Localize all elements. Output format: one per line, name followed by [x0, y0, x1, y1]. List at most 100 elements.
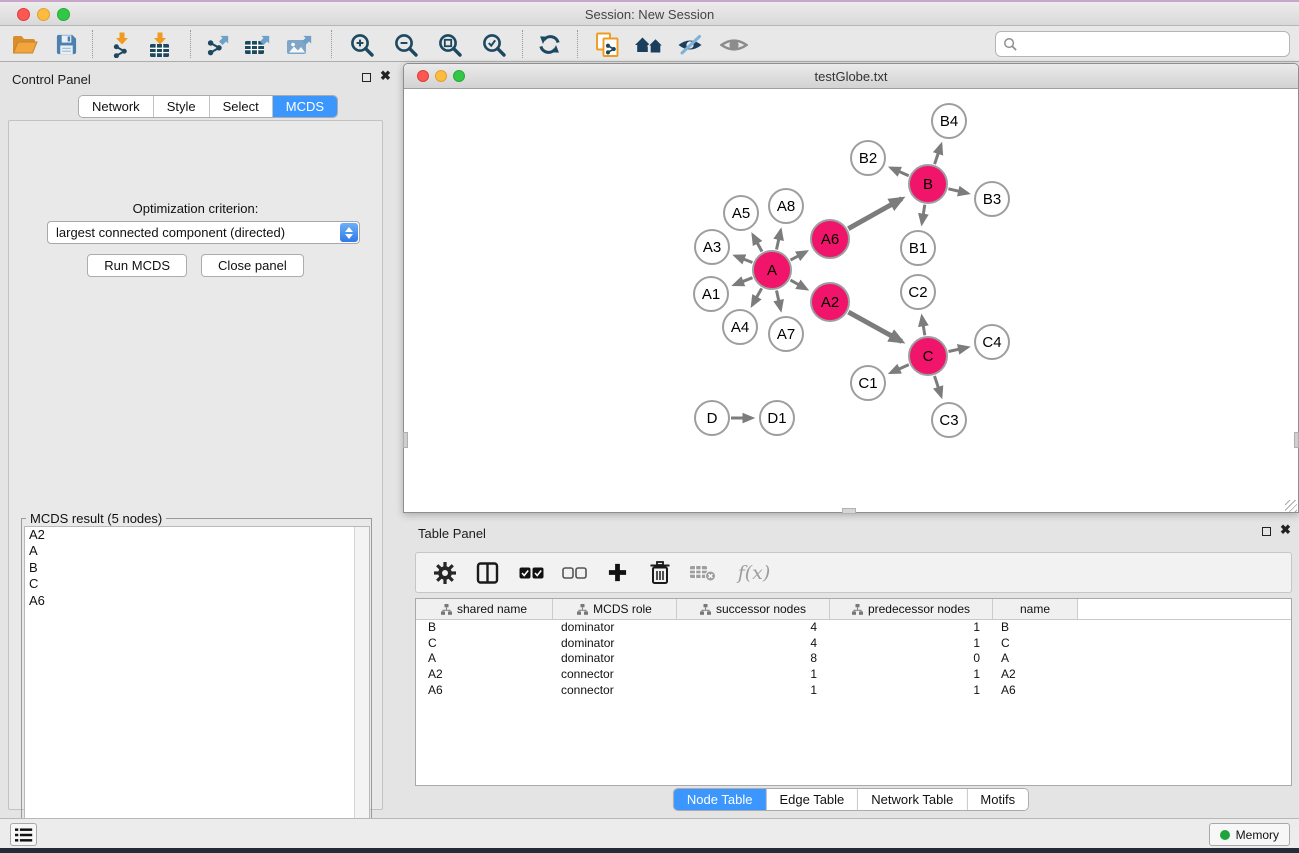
tab-network[interactable]: Network — [79, 96, 154, 117]
mcds-result-item[interactable]: A6 — [25, 593, 369, 609]
table-close-icon[interactable]: ✖ — [1280, 524, 1291, 536]
table-panel-title: Table Panel — [418, 526, 486, 541]
graph-edge-B-B2[interactable] — [891, 168, 909, 176]
zoom-out-button[interactable] — [392, 31, 420, 58]
zoom-selected-button[interactable] — [480, 31, 508, 58]
run-mcds-button[interactable]: Run MCDS — [87, 254, 187, 277]
gear-icon — [434, 562, 456, 584]
table-cell: A — [993, 651, 1078, 667]
table-float-icon[interactable] — [1262, 527, 1271, 536]
optimization-criterion-select[interactable]: largest connected component (directed) — [47, 221, 360, 244]
graph-edge-C-C3[interactable] — [935, 376, 942, 396]
toggle-columns-button[interactable] — [475, 559, 501, 587]
table-row[interactable]: Cdominator41C — [416, 636, 1291, 652]
tab-select[interactable]: Select — [210, 96, 273, 117]
memory-status-icon — [1220, 830, 1230, 840]
tab-mcds[interactable]: MCDS — [273, 96, 337, 117]
deselect-all-button[interactable] — [561, 559, 587, 587]
graph-edge-C-C4[interactable] — [949, 347, 968, 351]
select-all-button[interactable] — [518, 559, 544, 587]
graph-edge-A-A2[interactable] — [790, 280, 806, 289]
hide-graphics-details-button[interactable] — [676, 31, 704, 58]
mcds-list-scrollbar[interactable] — [354, 527, 369, 852]
graph-edge-A-A4[interactable] — [752, 288, 762, 305]
mcds-result-item[interactable]: C — [25, 576, 369, 592]
tab-style[interactable]: Style — [154, 96, 210, 117]
graph-edge-A-A3[interactable] — [735, 256, 752, 263]
table-cell: 1 — [677, 683, 830, 699]
delete-column-button[interactable] — [647, 559, 673, 587]
window-title: Session: New Session — [0, 7, 1299, 22]
table-cell: 1 — [830, 683, 993, 699]
mcds-result-item[interactable]: A — [25, 543, 369, 559]
table-row[interactable]: A6connector11A6 — [416, 683, 1291, 699]
table-row[interactable]: A2connector11A2 — [416, 667, 1291, 683]
show-neighbors-button[interactable] — [632, 31, 666, 58]
close-panel-icon[interactable]: ✖ — [380, 70, 391, 82]
window-resize-grip[interactable] — [1285, 500, 1297, 512]
splitter-handle-bottom[interactable] — [842, 508, 856, 514]
tab-node-table[interactable]: Node Table — [674, 789, 767, 810]
column-header-successor-nodes[interactable]: successor nodes — [677, 599, 830, 619]
memory-button[interactable]: Memory — [1209, 823, 1290, 846]
table-cell: 1 — [830, 620, 993, 636]
graph-edge-A-A5[interactable] — [753, 235, 762, 252]
graph-edge-B-B3[interactable] — [948, 189, 967, 194]
save-session-button[interactable] — [52, 31, 80, 58]
show-panels-list-button[interactable] — [10, 823, 37, 846]
table-cell: 1 — [830, 667, 993, 683]
tab-network-table[interactable]: Network Table — [858, 789, 967, 810]
mcds-result-item[interactable]: A2 — [25, 527, 369, 543]
network-canvas[interactable]: B4B2BB3A8A5A6A3B1AC2A1A2A4A7C4CC1C3DD1 — [404, 89, 1298, 512]
float-panel-icon[interactable] — [362, 73, 371, 82]
graph-edge-A6-B[interactable] — [848, 199, 902, 229]
tab-motifs[interactable]: Motifs — [967, 789, 1028, 810]
refresh-view-button[interactable] — [535, 31, 563, 58]
import-network-icon — [109, 32, 135, 58]
export-network-button[interactable] — [205, 31, 233, 58]
search-box — [995, 31, 1290, 57]
table-row[interactable]: Bdominator41B — [416, 620, 1291, 636]
graph-edge-A-A6[interactable] — [791, 252, 807, 260]
graph-edge-A2-C[interactable] — [848, 312, 901, 341]
table-cell: C — [993, 636, 1078, 652]
close-panel-button[interactable]: Close panel — [201, 254, 304, 277]
table-cell: 0 — [830, 651, 993, 667]
import-network-button[interactable] — [108, 31, 136, 58]
column-header-predecessor-nodes[interactable]: predecessor nodes — [830, 599, 993, 619]
graph-edge-A-A7[interactable] — [777, 291, 781, 310]
column-header-name[interactable]: name — [993, 599, 1078, 619]
graph-edge-B-B4[interactable] — [935, 145, 942, 164]
column-tree-icon — [852, 604, 863, 615]
table-toolbar: f(x) — [415, 552, 1292, 593]
birds-eye-view-button[interactable] — [720, 31, 748, 58]
import-table-button[interactable] — [146, 31, 174, 58]
table-cell: dominator — [553, 620, 677, 636]
graph-edge-C-C1[interactable] — [891, 365, 909, 373]
table-row[interactable]: Adominator80A — [416, 651, 1291, 667]
zoom-fit-button[interactable] — [436, 31, 464, 58]
graph-edge-C-C2[interactable] — [922, 317, 925, 336]
list-icon — [15, 827, 33, 843]
graph-node-label: C4 — [982, 334, 1001, 351]
export-image-button[interactable] — [287, 31, 315, 58]
create-column-button[interactable] — [604, 559, 630, 587]
splitter-handle-right[interactable] — [1294, 432, 1299, 448]
zoom-in-button[interactable] — [348, 31, 376, 58]
graph-node-label: C1 — [858, 375, 877, 392]
export-table-button[interactable] — [245, 31, 273, 58]
column-header-shared-name[interactable]: shared name — [416, 599, 553, 619]
desktop-edge-bottom — [0, 848, 1299, 853]
graph-edge-B-B1[interactable] — [922, 205, 925, 224]
column-header-mcds-role[interactable]: MCDS role — [553, 599, 677, 619]
mcds-result-item[interactable]: B — [25, 560, 369, 576]
open-session-button[interactable] — [11, 31, 39, 58]
graph-node-label: B2 — [859, 150, 877, 167]
search-input[interactable] — [1022, 37, 1272, 52]
tab-edge-table[interactable]: Edge Table — [766, 789, 858, 810]
graph-edge-A-A1[interactable] — [734, 278, 752, 285]
splitter-handle-left[interactable] — [403, 432, 408, 448]
duplicate-network-button[interactable] — [594, 31, 622, 58]
graph-edge-A-A8[interactable] — [777, 230, 781, 249]
table-settings-button[interactable] — [432, 559, 458, 587]
